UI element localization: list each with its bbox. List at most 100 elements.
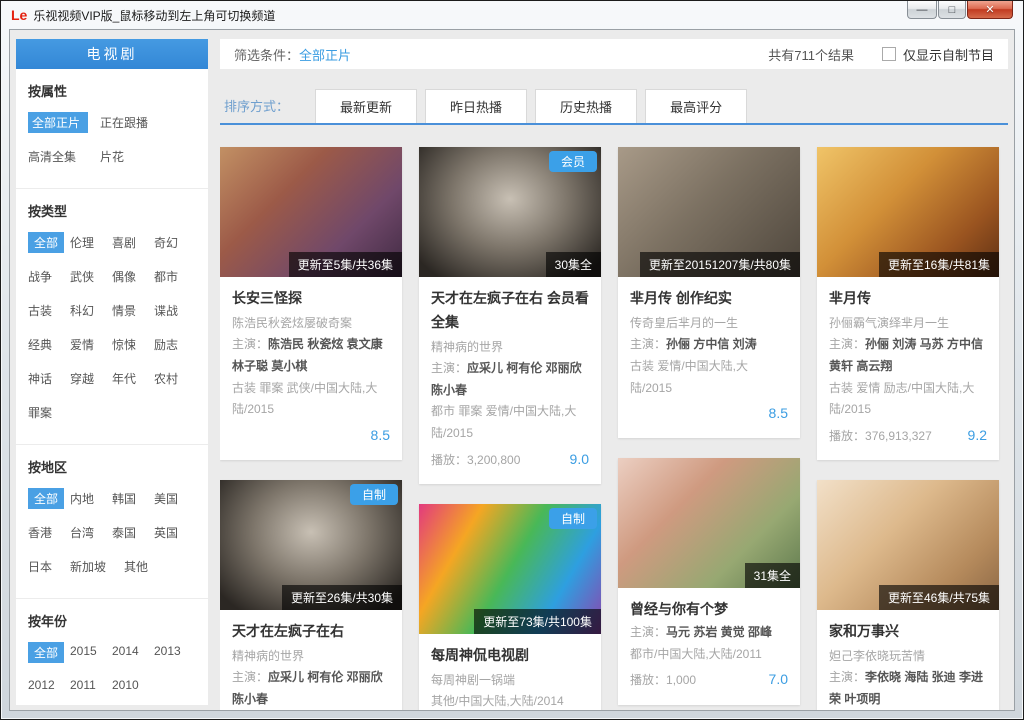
sidebar-item-year[interactable]: 2015 xyxy=(70,642,106,663)
sidebar-item-region-all[interactable]: 全部 xyxy=(28,488,64,509)
sidebar-item-type[interactable]: 谍战 xyxy=(154,300,190,321)
sidebar-item-type[interactable]: 偶像 xyxy=(112,266,148,287)
card-title[interactable]: 天才在左疯子在右 xyxy=(232,620,390,644)
filter-value-link[interactable]: 全部正片 xyxy=(299,45,351,64)
sidebar-item-type[interactable]: 奇幻 xyxy=(154,232,190,253)
sidebar-item-type[interactable]: 年代 xyxy=(112,368,148,389)
sidebar-item-type[interactable]: 农村 xyxy=(154,368,190,389)
card-thumbnail: 31集全 xyxy=(618,458,800,588)
sidebar-item-type[interactable]: 穿越 xyxy=(70,368,106,389)
sidebar-item-type-all[interactable]: 全部 xyxy=(28,232,64,253)
filter-label: 筛选条件： xyxy=(234,45,299,64)
sidebar-item-type[interactable]: 武侠 xyxy=(70,266,106,287)
sidebar-item-region[interactable]: 日本 xyxy=(28,556,64,577)
window-title: 乐视视频VIP版_鼠标移动到左上角可切换频道 xyxy=(33,7,275,24)
card-title[interactable]: 芈月传 创作纪实 xyxy=(630,287,788,311)
play-count-label: 播放： xyxy=(630,670,666,692)
card-description: 陈浩民秋瓷炫屡破奇案 xyxy=(232,313,390,335)
sidebar-item-region[interactable]: 韩国 xyxy=(112,488,148,509)
episode-badge: 更新至16集/共81集 xyxy=(879,252,999,277)
sidebar-item-trailer[interactable]: 片花 xyxy=(100,146,160,167)
video-card[interactable]: 更新至16集/共81集 芈月传 孙俪霸气演绎芈月一生 主演：孙俪 刘涛 马苏 方… xyxy=(817,147,999,460)
sidebar-item-type[interactable]: 都市 xyxy=(154,266,190,287)
content-area: 电视剧 按属性 全部正片 正在跟播 高清全集 片花 按类型 全部 伦理 喜剧 奇… xyxy=(9,29,1015,711)
card-title[interactable]: 天才在左疯子在右 会员看全集 xyxy=(431,287,589,335)
sidebar-item-year[interactable]: 2014 xyxy=(112,642,148,663)
sidebar-item-all-feature[interactable]: 全部正片 xyxy=(28,112,88,133)
sidebar-item-type[interactable]: 经典 xyxy=(28,334,64,355)
card-cast: 主演：孙俪 方中信 刘涛 xyxy=(630,334,788,356)
sidebar-item-region[interactable]: 其他 xyxy=(124,556,160,577)
maximize-button[interactable]: □ xyxy=(938,1,966,19)
main-panel: 筛选条件： 全部正片 共有711个结果 仅显示自制节目 排序方式： 最新更新 昨… xyxy=(220,39,1008,710)
grid-column: 更新至20151207集/共80集 芈月传 创作纪实 传奇皇后芈月的一生 主演：… xyxy=(618,147,800,710)
video-card[interactable]: 更新至20151207集/共80集 芈月传 创作纪实 传奇皇后芈月的一生 主演：… xyxy=(618,147,800,438)
sidebar-item-year[interactable]: 2013 xyxy=(154,642,190,663)
tab-top-rated[interactable]: 最高评分 xyxy=(645,89,747,123)
sidebar-item-type[interactable]: 喜剧 xyxy=(112,232,148,253)
card-tags: 古装 爱情/中国大陆,大陆/2015 xyxy=(630,356,788,399)
video-grid: 更新至5集/共36集 长安三怪探 陈浩民秋瓷炫屡破奇案 主演：陈浩民 秋瓷炫 袁… xyxy=(220,147,1008,710)
section-title: 按年份 xyxy=(28,611,196,630)
sidebar-item-year[interactable]: 2012 xyxy=(28,676,64,694)
card-cast: 主演：应采儿 柯有伦 邓丽欣 陈小春 xyxy=(431,358,589,401)
video-card[interactable]: 会员 30集全 天才在左疯子在右 会员看全集 精神病的世界 主演：应采儿 柯有伦… xyxy=(419,147,601,484)
close-button[interactable]: ✕ xyxy=(967,1,1013,19)
minimize-button[interactable]: — xyxy=(907,1,937,19)
card-title[interactable]: 家和万事兴 xyxy=(829,620,987,644)
card-cast: 主演：陈浩民 秋瓷炫 袁文康 林子聪 莫小棋 xyxy=(232,334,390,377)
sidebar-item-region[interactable]: 香港 xyxy=(28,522,64,543)
video-card[interactable]: 更新至5集/共36集 长安三怪探 陈浩民秋瓷炫屡破奇案 主演：陈浩民 秋瓷炫 袁… xyxy=(220,147,402,460)
app-window: Le 乐视视频VIP版_鼠标移动到左上角可切换频道 — □ ✕ 电视剧 按属性 … xyxy=(0,0,1024,720)
sidebar-item-type[interactable]: 情景 xyxy=(112,300,148,321)
sidebar-item-type[interactable]: 古装 xyxy=(28,300,64,321)
card-thumbnail: 自制 更新至73集/共100集 xyxy=(419,504,601,634)
sidebar-item-airing[interactable]: 正在跟播 xyxy=(100,112,160,133)
filter-section-attribute: 按属性 全部正片 正在跟播 高清全集 片花 xyxy=(16,69,208,188)
video-card[interactable]: 更新至46集/共75集 家和万事兴 妲己李依晓玩苦情 主演：李依晓 海陆 张迪 … xyxy=(817,480,999,710)
self-produced-label[interactable]: 仅显示自制节目 xyxy=(903,45,994,64)
card-title[interactable]: 芈月传 xyxy=(829,287,987,311)
sidebar-item-type[interactable]: 战争 xyxy=(28,266,64,287)
sidebar-item-region[interactable]: 内地 xyxy=(70,488,106,509)
card-meta: 播放： 1,000 7.0 xyxy=(630,667,788,692)
rating-value: 7.0 xyxy=(769,667,788,692)
sidebar-item-type[interactable]: 科幻 xyxy=(70,300,106,321)
tab-history-hot[interactable]: 历史热播 xyxy=(535,89,637,123)
card-title[interactable]: 长安三怪探 xyxy=(232,287,390,311)
sidebar-item-type[interactable]: 爱情 xyxy=(70,334,106,355)
sidebar-item-region[interactable]: 美国 xyxy=(154,488,190,509)
sidebar-item-region[interactable]: 台湾 xyxy=(70,522,106,543)
card-tags: 其他/中国大陆,大陆/2014 xyxy=(431,691,589,710)
sidebar-item-hd-full[interactable]: 高清全集 xyxy=(28,146,88,167)
sort-label: 排序方式： xyxy=(220,96,315,123)
video-card[interactable]: 自制 更新至73集/共100集 每周神侃电视剧 每周神剧一锅端 其他/中国大陆,… xyxy=(419,504,601,710)
grid-column: 会员 30集全 天才在左疯子在右 会员看全集 精神病的世界 主演：应采儿 柯有伦… xyxy=(419,147,601,710)
tab-yesterday-hot[interactable]: 昨日热播 xyxy=(425,89,527,123)
sidebar-item-type[interactable]: 惊悚 xyxy=(112,334,148,355)
episode-badge: 31集全 xyxy=(745,563,800,588)
card-title[interactable]: 每周神侃电视剧 xyxy=(431,644,589,668)
sidebar-item-year-all[interactable]: 全部 xyxy=(28,642,64,663)
sidebar-item-type[interactable]: 伦理 xyxy=(70,232,106,253)
sidebar-item-type[interactable]: 励志 xyxy=(154,334,190,355)
title-bar[interactable]: Le 乐视视频VIP版_鼠标移动到左上角可切换频道 — □ ✕ xyxy=(1,1,1023,29)
sidebar-item-type[interactable]: 神话 xyxy=(28,368,64,389)
tab-latest-update[interactable]: 最新更新 xyxy=(315,89,417,123)
card-title[interactable]: 曾经与你有个梦 xyxy=(630,598,788,622)
sidebar-item-year[interactable]: 2011 xyxy=(70,676,106,694)
video-card[interactable]: 31集全 曾经与你有个梦 主演：马元 苏岩 黄觉 邵峰 都市/中国大陆,大陆/2… xyxy=(618,458,800,704)
rating-value: 8.5 xyxy=(769,401,788,426)
channel-header[interactable]: 电视剧 xyxy=(16,39,208,69)
self-produced-checkbox[interactable] xyxy=(882,47,896,61)
card-description: 孙俪霸气演绎芈月一生 xyxy=(829,313,987,335)
video-card[interactable]: 自制 更新至26集/共30集 天才在左疯子在右 精神病的世界 主演：应采儿 柯有… xyxy=(220,480,402,710)
grid-column: 更新至16集/共81集 芈月传 孙俪霸气演绎芈月一生 主演：孙俪 刘涛 马苏 方… xyxy=(817,147,999,710)
sidebar-item-region[interactable]: 泰国 xyxy=(112,522,148,543)
sidebar-item-region[interactable]: 英国 xyxy=(154,522,190,543)
card-cast: 主演：孙俪 刘涛 马苏 方中信 黄轩 高云翔 xyxy=(829,334,987,377)
sidebar-item-type[interactable]: 罪案 xyxy=(28,402,64,423)
sidebar-item-region[interactable]: 新加坡 xyxy=(70,556,118,577)
card-meta: 播放： 376,913,327 9.2 xyxy=(829,423,987,448)
sidebar-item-year[interactable]: 2010 xyxy=(112,676,148,694)
